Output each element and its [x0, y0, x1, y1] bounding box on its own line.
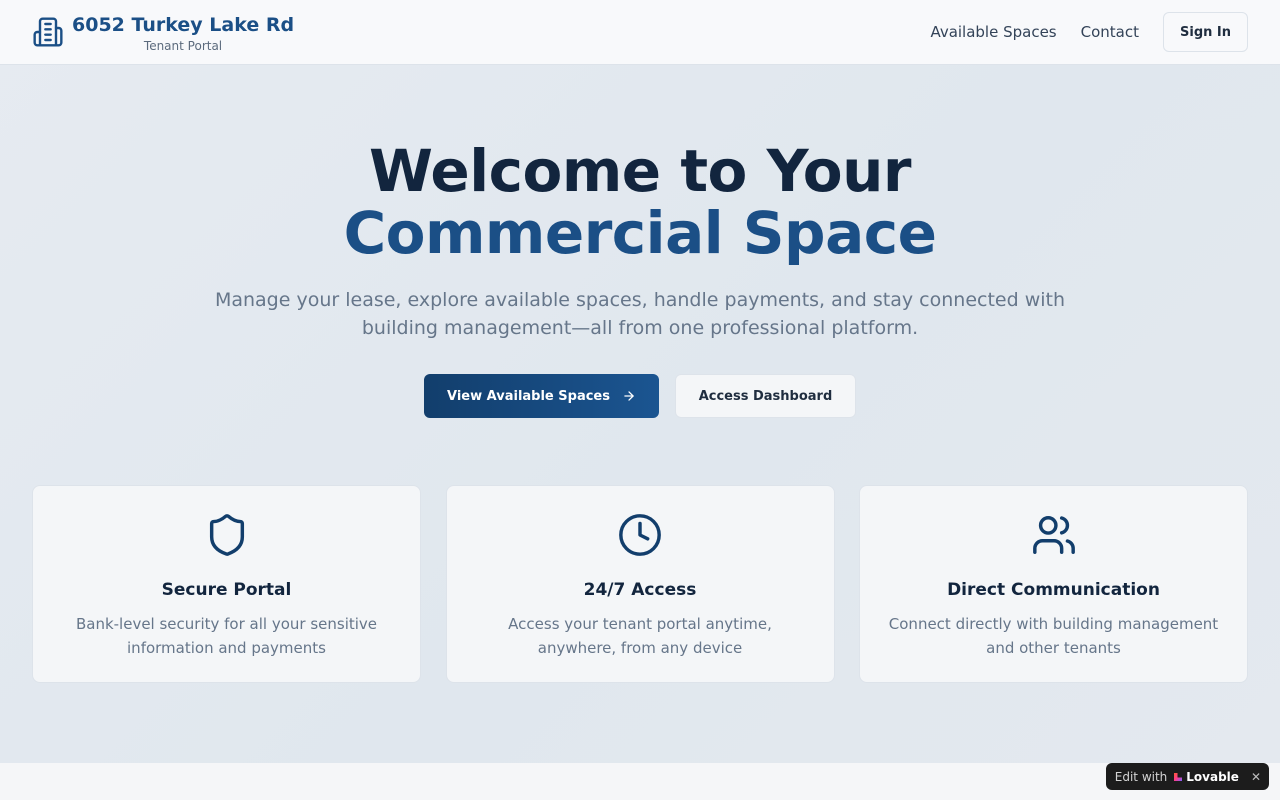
hero-description: Manage your lease, explore available spa…: [214, 289, 1066, 339]
shield-icon: [204, 512, 250, 558]
features-section: Secure Portal Bank-level security for al…: [32, 485, 1248, 683]
sign-in-button[interactable]: Sign In: [1163, 12, 1248, 52]
close-icon[interactable]: ✕: [1251, 770, 1261, 784]
footer-strip: [0, 763, 1280, 800]
feature-title: Secure Portal: [161, 580, 292, 600]
hero-title-line1: Welcome to Your: [369, 137, 912, 205]
brand-title: 6052 Turkey Lake Rd: [72, 14, 295, 36]
feature-description: Connect directly with building managemen…: [888, 615, 1219, 657]
hero-actions: View Available Spaces Access Dashboard: [0, 374, 1280, 418]
badge-prefix: Edit with: [1114, 769, 1168, 784]
main-nav: Available Spaces Contact Sign In: [930, 12, 1248, 52]
feature-description: Access your tenant portal anytime, anywh…: [508, 615, 772, 657]
brand-subtitle: Tenant Portal: [143, 39, 223, 53]
brand-text: 6052 Turkey Lake Rd Tenant Portal: [72, 14, 294, 54]
feature-description: Bank-level security for all your sensiti…: [75, 615, 378, 657]
view-available-spaces-label: View Available Spaces: [447, 388, 610, 404]
nav-link-available-spaces[interactable]: Available Spaces: [930, 23, 1056, 41]
lovable-heart-icon: [1173, 772, 1183, 782]
arrow-right-icon: [622, 389, 636, 403]
nav-link-contact[interactable]: Contact: [1081, 23, 1139, 41]
clock-icon: [617, 512, 663, 558]
feature-card-secure-portal: Secure Portal Bank-level security for al…: [32, 485, 421, 683]
feature-card-direct-communication: Direct Communication Connect directly wi…: [859, 485, 1248, 683]
brand-logo-link[interactable]: 6052 Turkey Lake Rd Tenant Portal: [32, 14, 294, 54]
access-dashboard-button[interactable]: Access Dashboard: [675, 374, 856, 418]
users-icon: [1031, 512, 1077, 558]
edit-with-lovable-badge[interactable]: Edit with Lovable ✕: [1105, 763, 1269, 790]
view-available-spaces-button[interactable]: View Available Spaces: [424, 374, 659, 418]
hero-title-line2: Commercial Space: [343, 199, 937, 267]
feature-title: Direct Communication: [947, 580, 1160, 600]
feature-title: 24/7 Access: [583, 580, 697, 600]
site-header: 6052 Turkey Lake Rd Tenant Portal Availa…: [0, 0, 1280, 65]
badge-brand: Lovable: [1186, 769, 1239, 784]
building-icon: [32, 16, 64, 48]
feature-card-24-7-access: 24/7 Access Access your tenant portal an…: [445, 485, 835, 683]
hero-title: Welcome to Your Commercial Space: [0, 140, 1280, 264]
hero-section: Welcome to Your Commercial Space Manage …: [0, 140, 1280, 418]
